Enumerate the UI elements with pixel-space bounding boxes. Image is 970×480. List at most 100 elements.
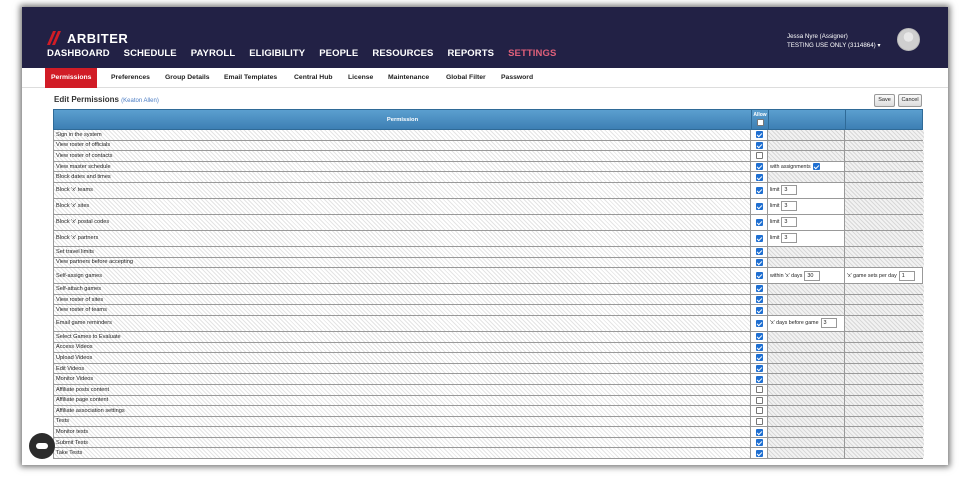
nav-people[interactable]: PEOPLE — [319, 48, 358, 59]
allow-cell — [751, 182, 768, 198]
chat-widget-button[interactable] — [29, 433, 55, 459]
option-2-input[interactable]: 1 — [898, 270, 915, 281]
select-all-checkbox[interactable] — [756, 119, 764, 126]
nav-settings[interactable]: SETTINGS — [508, 48, 556, 59]
option-1-cell — [768, 374, 845, 384]
option-1-cell: limit 3 — [768, 198, 845, 214]
allow-checkbox[interactable] — [755, 306, 763, 314]
option-1-cell: limit 3 — [768, 214, 845, 230]
allow-checkbox[interactable] — [755, 234, 763, 242]
allow-checkbox[interactable] — [755, 248, 763, 256]
header-allow-label: Allow — [753, 112, 767, 118]
subnav-maintenance[interactable]: Maintenance — [382, 68, 435, 88]
option-2-cell — [845, 182, 924, 198]
subnav-central-hub[interactable]: Central Hub — [288, 68, 339, 88]
table-row: Email game reminders 'x' days before game… — [53, 315, 924, 332]
table-row: View roster of sites — [53, 294, 924, 306]
option-1-input[interactable]: 3 — [781, 217, 798, 228]
allow-cell — [751, 305, 768, 315]
permission-label: Self-assign games — [54, 268, 751, 284]
allow-checkbox[interactable] — [755, 319, 763, 327]
cancel-button[interactable]: Cancel — [898, 94, 922, 107]
allow-checkbox[interactable] — [755, 439, 763, 447]
option-1-checkbox[interactable] — [812, 163, 820, 171]
option-2-cell — [845, 284, 924, 294]
allow-cell — [751, 331, 768, 342]
subnav-email-templates[interactable]: Email Templates — [218, 68, 283, 88]
allow-checkbox[interactable] — [755, 407, 763, 415]
allow-cell — [751, 395, 768, 406]
allow-checkbox[interactable] — [755, 386, 763, 394]
allow-checkbox[interactable] — [755, 258, 763, 266]
allow-checkbox[interactable] — [755, 296, 763, 304]
subnav-license[interactable]: License — [342, 68, 379, 88]
save-button[interactable]: Save — [874, 94, 895, 107]
allow-cell — [751, 406, 768, 416]
table-row: Sign in the system — [53, 130, 924, 141]
option-2-cell — [845, 342, 924, 353]
option-1-cell — [768, 284, 845, 294]
option-2-cell — [845, 315, 924, 331]
permission-label: Affiliate posts content — [54, 384, 751, 395]
permission-label: View roster of contacts — [54, 151, 751, 161]
table-row: Take Tests — [53, 448, 924, 460]
allow-checkbox[interactable] — [755, 333, 763, 341]
subnav-group-details[interactable]: Group Details — [159, 68, 216, 88]
allow-checkbox[interactable] — [755, 163, 763, 171]
option-1-input[interactable]: 30 — [804, 270, 821, 281]
arbiter-logo[interactable]: ARBITER — [47, 30, 129, 46]
nav-resources[interactable]: RESOURCES — [372, 48, 433, 59]
allow-checkbox[interactable] — [755, 272, 763, 280]
allow-checkbox[interactable] — [755, 365, 763, 373]
allow-checkbox[interactable] — [755, 449, 763, 457]
option-1-input[interactable]: 3 — [820, 318, 837, 329]
allow-checkbox[interactable] — [755, 285, 763, 293]
allow-cell — [751, 140, 768, 151]
allow-checkbox[interactable] — [755, 152, 763, 160]
allow-checkbox[interactable] — [755, 417, 763, 425]
option-1-cell — [768, 384, 845, 395]
subnav-password[interactable]: Password — [495, 68, 539, 88]
avatar[interactable] — [897, 28, 920, 51]
logo-text: ARBITER — [67, 30, 129, 46]
allow-checkbox[interactable] — [755, 343, 763, 351]
allow-checkbox[interactable] — [755, 375, 763, 383]
option-2-cell — [845, 448, 924, 459]
allow-cell — [751, 214, 768, 230]
allow-checkbox[interactable] — [755, 218, 763, 226]
nav-payroll[interactable]: PAYROLL — [191, 48, 236, 59]
permissions-table: Permission Allow Sign in the system View … — [53, 109, 924, 460]
option-2-cell — [845, 230, 924, 246]
permission-label: Take Tests — [54, 448, 751, 459]
nav-dashboard[interactable]: DASHBOARD — [47, 48, 110, 59]
option-1-input[interactable]: 3 — [781, 201, 798, 212]
allow-checkbox[interactable] — [755, 354, 763, 362]
subnav-permissions[interactable]: Permissions — [45, 68, 98, 88]
table-row: Self-attach games — [53, 284, 924, 295]
allow-checkbox[interactable] — [755, 202, 763, 210]
allow-cell — [751, 172, 768, 182]
nav-schedule[interactable]: SCHEDULE — [124, 48, 177, 59]
option-1-input[interactable]: 3 — [781, 233, 798, 244]
option-2-cell — [845, 257, 924, 268]
allow-checkbox[interactable] — [755, 141, 763, 149]
option-1-cell — [768, 130, 845, 140]
option-1-input[interactable]: 3 — [781, 185, 798, 196]
allow-checkbox[interactable] — [755, 186, 763, 194]
user-menu[interactable]: Jessa Nyre (Assigner) TESTING USE ONLY (… — [787, 32, 881, 50]
permission-label: Block 'x' sites — [54, 198, 751, 214]
allow-checkbox[interactable] — [755, 428, 763, 436]
nav-reports[interactable]: REPORTS — [447, 48, 494, 59]
allow-checkbox[interactable] — [755, 131, 763, 139]
allow-checkbox[interactable] — [755, 173, 763, 181]
main-nav: DASHBOARD SCHEDULE PAYROLL ELIGIBILITY PEOPL… — [47, 48, 570, 59]
option-1-cell — [768, 406, 845, 416]
allow-checkbox[interactable] — [755, 396, 763, 404]
nav-eligibility[interactable]: ELIGIBILITY — [249, 48, 305, 59]
permission-label: Submit Tests — [54, 437, 751, 448]
option-1-label: with assignments — [770, 163, 811, 170]
subnav-global-filter[interactable]: Global Filter — [440, 68, 492, 88]
option-1-cell — [768, 353, 845, 363]
option-2-cell — [845, 172, 924, 182]
subnav-preferences[interactable]: Preferences — [105, 68, 156, 88]
